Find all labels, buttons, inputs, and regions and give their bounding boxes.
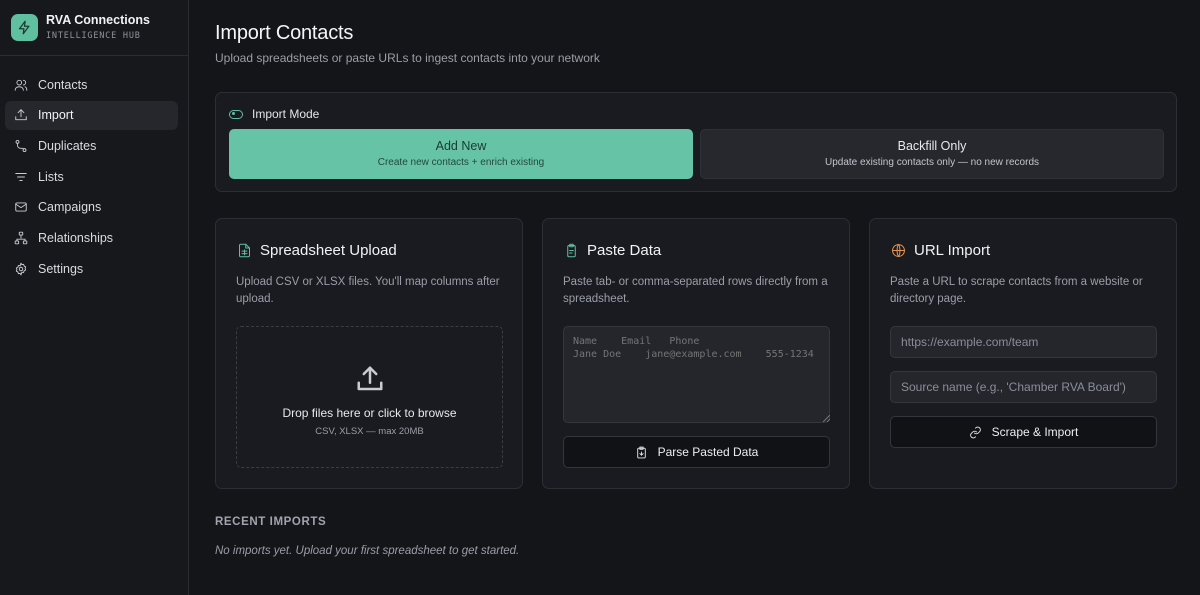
gear-icon	[14, 262, 28, 276]
spreadsheet-icon	[236, 243, 252, 259]
backfill-only-mode-button[interactable]: Backfill Only Update existing contacts o…	[700, 129, 1164, 179]
sidebar-item-label: Lists	[38, 169, 64, 184]
button-label: Scrape & Import	[991, 425, 1079, 439]
recent-imports-heading: RECENT IMPORTS	[215, 516, 327, 528]
scrape-import-button[interactable]: Scrape & Import	[890, 416, 1157, 448]
sidebar-item-contacts[interactable]: Contacts	[5, 70, 178, 99]
bolt-icon	[11, 14, 38, 41]
sidebar-item-label: Import	[38, 108, 74, 123]
source-name-input[interactable]	[890, 371, 1157, 403]
merge-icon	[14, 139, 28, 153]
sidebar-item-label: Settings	[38, 261, 84, 276]
globe-icon	[890, 243, 906, 259]
mail-icon	[14, 200, 28, 214]
mode-title: Backfill Only	[897, 139, 967, 153]
file-dropzone[interactable]: Drop files here or click to browse CSV, …	[236, 326, 503, 468]
brand-subtitle: INTELLIGENCE HUB	[46, 31, 141, 41]
sidebar-item-label: Relationships	[38, 230, 114, 245]
card-description: Paste a URL to scrape contacts from a we…	[890, 276, 1143, 305]
sidebar-nav: Contacts Import Duplicates Lists Campaig…	[0, 56, 188, 283]
spreadsheet-upload-card: Spreadsheet Upload Upload CSV or XLSX fi…	[215, 218, 523, 489]
sidebar: RVA Connections INTELLIGENCE HUB Contact…	[0, 0, 189, 595]
page-subtitle: Upload spreadsheets or paste URLs to ing…	[215, 51, 600, 65]
resize-handle[interactable]	[823, 415, 830, 422]
sidebar-item-label: Duplicates	[38, 138, 97, 153]
card-title: Spreadsheet Upload	[236, 242, 397, 259]
card-title-text: Spreadsheet Upload	[260, 242, 397, 259]
filter-lines-icon	[14, 170, 28, 184]
sidebar-item-import[interactable]: Import	[5, 100, 178, 130]
sidebar-item-settings[interactable]: Settings	[5, 254, 178, 283]
card-title: Paste Data	[563, 242, 661, 259]
clipboard-icon	[563, 243, 579, 259]
dropzone-title: Drop files here or click to browse	[282, 405, 457, 420]
parse-pasted-data-button[interactable]: Parse Pasted Data	[563, 436, 830, 468]
card-description: Upload CSV or XLSX files. You'll map col…	[236, 276, 500, 305]
button-label: Parse Pasted Data	[657, 445, 759, 459]
mode-description: Create new contacts + enrich existing	[377, 157, 545, 168]
sidebar-item-campaigns[interactable]: Campaigns	[5, 193, 178, 222]
card-title-text: URL Import	[914, 242, 991, 259]
toggle-icon	[229, 109, 243, 119]
import-mode-card: Import Mode Add New Create new contacts …	[215, 92, 1177, 192]
network-icon	[14, 231, 28, 245]
mode-title: Add New	[435, 139, 487, 153]
sidebar-item-relationships[interactable]: Relationships	[5, 223, 178, 252]
users-icon	[14, 78, 28, 92]
sidebar-item-label: Campaigns	[38, 200, 102, 215]
link-icon	[969, 426, 981, 438]
upload-icon	[14, 108, 28, 122]
sidebar-item-duplicates[interactable]: Duplicates	[5, 131, 178, 160]
url-import-card: URL Import Paste a URL to scrape contact…	[869, 218, 1177, 489]
brand-name: RVA Connections	[46, 13, 150, 27]
upload-icon	[357, 366, 382, 390]
recent-imports-empty: No imports yet. Upload your first spread…	[215, 545, 520, 557]
page-title: Import Contacts	[215, 22, 354, 44]
add-new-mode-button[interactable]: Add New Create new contacts + enrich exi…	[229, 129, 693, 179]
paste-data-card: Paste Data Paste tab- or comma-separated…	[542, 218, 850, 489]
import-mode-header: Import Mode	[229, 107, 319, 121]
clipboard-paste-icon	[636, 446, 646, 458]
sidebar-item-label: Contacts	[38, 77, 88, 92]
card-description: Paste tab- or comma-separated rows direc…	[563, 276, 828, 305]
import-mode-label: Import Mode	[252, 107, 320, 121]
sidebar-item-lists[interactable]: Lists	[5, 162, 178, 191]
dropzone-hint: CSV, XLSX — max 20MB	[315, 425, 424, 437]
mode-description: Update existing contacts only — no new r…	[825, 157, 1039, 168]
card-title-text: Paste Data	[587, 242, 662, 259]
url-input[interactable]	[890, 326, 1157, 358]
paste-data-textarea[interactable]	[563, 326, 830, 423]
card-title: URL Import	[890, 242, 990, 259]
brand[interactable]: RVA Connections INTELLIGENCE HUB	[0, 0, 188, 56]
